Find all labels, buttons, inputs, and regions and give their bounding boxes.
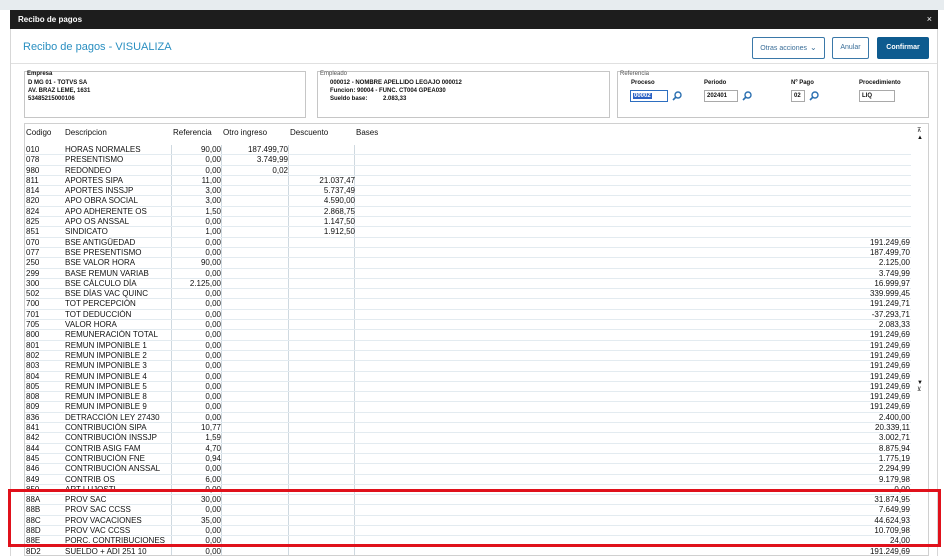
procedimiento-input[interactable]: LIQ <box>859 90 895 102</box>
table-row[interactable]: 8D2 SUELDO + ADI 251 10 0,00 191.249,69 <box>25 546 911 556</box>
col-descuento-header[interactable]: Descuento <box>290 128 328 137</box>
empresa-line3: 53485215000106 <box>28 96 75 102</box>
cell-bases: 191.249,69 <box>869 546 910 556</box>
table-row[interactable]: 814 APORTES INSSJP 3,00 5.737,49 <box>25 186 911 197</box>
last-page-icon[interactable]: ⊻ <box>917 387 921 393</box>
table-row[interactable]: 299 BASE REMUN VARIAB 0,00 3.749,99 <box>25 269 911 279</box>
otras-acciones-label: Otras acciones <box>760 45 807 52</box>
empresa-line2: AV. BRAZ LEME, 1631 <box>28 88 91 94</box>
chevron-down-icon: ⌄ <box>809 43 817 52</box>
table-row[interactable]: 802 REMUN IMPONIBLE 2 0,00 191.249,69 <box>25 351 911 362</box>
table-row[interactable]: 700 TOT PERCEPCIÓN 0,00 191.249,71 <box>25 299 911 310</box>
table-row[interactable]: 825 APO OS ANSSAL 0,00 1.147,50 <box>25 217 911 228</box>
table-row[interactable]: 804 REMUN IMPONIBLE 4 0,00 191.249,69 <box>25 372 911 382</box>
col-bases-header[interactable]: Bases <box>356 128 378 137</box>
dialog-body: Recibo de pagos - VISUALIZA Otras accion… <box>10 29 938 556</box>
table-row[interactable]: 300 BSE CÁLCULO DÍA 2.125,00 16.999,97 <box>25 279 911 290</box>
procedimiento-label: Procedimiento <box>859 80 901 86</box>
page-down-icon[interactable]: ▼ <box>917 380 923 386</box>
empleado-panel: Empleado 000012 - NOMBRE APELLIDO LEGAJO… <box>317 71 610 118</box>
table-row[interactable]: 846 CONTRIBUCIÓN ANSSAL 0,00 2.294,99 <box>25 464 911 475</box>
col-codigo-header[interactable]: Codigo <box>26 128 51 137</box>
table-row[interactable]: 842 CONTRIBUCIÓN INSSJP 1,59 3.002,71 <box>25 433 911 444</box>
col-referencia-header[interactable]: Referencia <box>173 128 212 137</box>
table-row[interactable]: 824 APO ADHERENTE OS 1,50 2.868,75 <box>25 207 911 218</box>
periodo-label: Periodo <box>704 80 727 86</box>
proceso-label: Proceso <box>631 80 655 86</box>
periodo-input[interactable]: 202401 <box>704 90 738 102</box>
first-page-icon[interactable]: ⊼ <box>917 128 921 134</box>
grid-header: Codigo Descripcion Referencia Otro ingre… <box>25 124 928 142</box>
anular-button[interactable]: Anular <box>832 37 869 59</box>
nro-pago-search-icon[interactable] <box>809 91 819 101</box>
page-title: Recibo de pagos - VISUALIZA <box>23 41 172 53</box>
table-row[interactable]: 809 REMUN IMPONIBLE 9 0,00 191.249,69 <box>25 402 911 413</box>
table-row[interactable]: 845 CONTRIBUCIÓN FNE 0,94 1.775,19 <box>25 454 911 465</box>
cell-codigo: 8D2 <box>26 546 41 556</box>
table-row[interactable]: 078 PRESENTISMO 0,00 3.749,99 <box>25 155 911 166</box>
referencia-panel: Referencia Proceso 00002 Periodo 202401 … <box>617 71 929 118</box>
table-row[interactable]: 844 CONTRIB ASIG FAM 4,70 8.875,94 <box>25 444 911 454</box>
cell-referencia: 0,00 <box>205 546 221 556</box>
table-row[interactable]: 849 CONTRIB OS 6,00 9.179,98 <box>25 475 911 485</box>
stage: Recibo de pagos × Recibo de pagos - VISU… <box>0 0 944 556</box>
table-row[interactable]: 803 REMUN IMPONIBLE 3 0,00 191.249,69 <box>25 361 911 372</box>
close-icon[interactable]: × <box>927 10 932 29</box>
sueldo-label: Sueldo base: <box>330 96 368 102</box>
referencia-label: Referencia <box>620 71 650 77</box>
table-row[interactable]: 836 DETRACCIÓN LEY 27430 0,00 2.400,00 <box>25 413 911 424</box>
header-divider <box>11 63 937 64</box>
empleado-line1: 000012 - NOMBRE APELLIDO LEGAJO 000012 <box>330 80 462 86</box>
table-row[interactable]: 070 BSE ANTIGÜEDAD 0,00 191.249,69 <box>25 238 911 248</box>
table-row[interactable]: 820 APO OBRA SOCIAL 3,00 4.590,00 <box>25 196 911 207</box>
table-row[interactable]: 805 REMUN IMPONIBLE 5 0,00 191.249,69 <box>25 382 911 393</box>
table-row[interactable]: 980 REDONDEO 0,00 0,02 <box>25 166 911 176</box>
proceso-input[interactable]: 00002 <box>630 90 668 102</box>
table-row[interactable]: 851 SINDICATO 1,00 1.912,50 <box>25 227 911 238</box>
window-titlebar: Recibo de pagos × <box>10 10 938 29</box>
table-row[interactable]: 800 REMUNERACIÓN TOTAL 0,00 191.249,69 <box>25 330 911 341</box>
table-row[interactable]: 502 BSE DÍAS VAC QUINC 0,00 339.999,45 <box>25 289 911 300</box>
table-row[interactable]: 811 APORTES SIPA 11,00 21.037,47 <box>25 176 911 187</box>
page-up-icon[interactable]: ▲ <box>917 135 923 141</box>
table-row[interactable]: 705 VALOR HORA 0,00 2.083,33 <box>25 320 911 331</box>
empresa-label: Empresa <box>27 71 53 77</box>
table-row[interactable]: 801 REMUN IMPONIBLE 1 0,00 191.249,69 <box>25 341 911 351</box>
proceso-value: 00002 <box>633 93 652 99</box>
proceso-search-icon[interactable] <box>672 91 682 101</box>
confirmar-button[interactable]: Confirmar <box>877 37 929 59</box>
cell-descripcion: SUELDO + ADI 251 10 <box>65 546 147 556</box>
table-row[interactable]: 808 REMUN IMPONIBLE 8 0,00 191.249,69 <box>25 392 911 403</box>
table-row[interactable]: 841 CONTRIBUCIÓN SIPA 10,77 20.339,11 <box>25 423 911 434</box>
empresa-panel: Empresa D MG 01 - TOTVS SA AV. BRAZ LEME… <box>24 71 306 118</box>
empresa-line1: D MG 01 - TOTVS SA <box>28 80 88 86</box>
table-row[interactable]: 250 BSE VALOR HORA 90,00 2.125,00 <box>25 258 911 269</box>
empleado-line2: Funcion: 90004 - FUNC. CT004 GPEA030 <box>330 88 446 94</box>
top-strip <box>0 0 944 10</box>
nro-pago-label: Nº Pago <box>791 80 814 86</box>
col-otro-ingreso-header[interactable]: Otro ingreso <box>223 128 267 137</box>
highlight-box <box>8 489 941 547</box>
nro-pago-input[interactable]: 02 <box>791 90 805 102</box>
otras-acciones-button[interactable]: Otras acciones ⌄ <box>752 37 825 59</box>
col-descripcion-header[interactable]: Descripcion <box>65 128 107 137</box>
table-row[interactable]: 701 TOT DEDUCCIÓN 0,00 -37.293,71 <box>25 310 911 321</box>
periodo-search-icon[interactable] <box>742 91 752 101</box>
sueldo-value: 2.083,33 <box>383 96 407 102</box>
window-title: Recibo de pagos <box>18 15 83 24</box>
table-row[interactable]: 010 HORAS NORMALES 90,00 187.499,70 <box>25 145 911 156</box>
table-row[interactable]: 077 BSE PRESENTISMO 0,00 187.499,70 <box>25 248 911 259</box>
empleado-label: Empleado <box>320 71 348 77</box>
